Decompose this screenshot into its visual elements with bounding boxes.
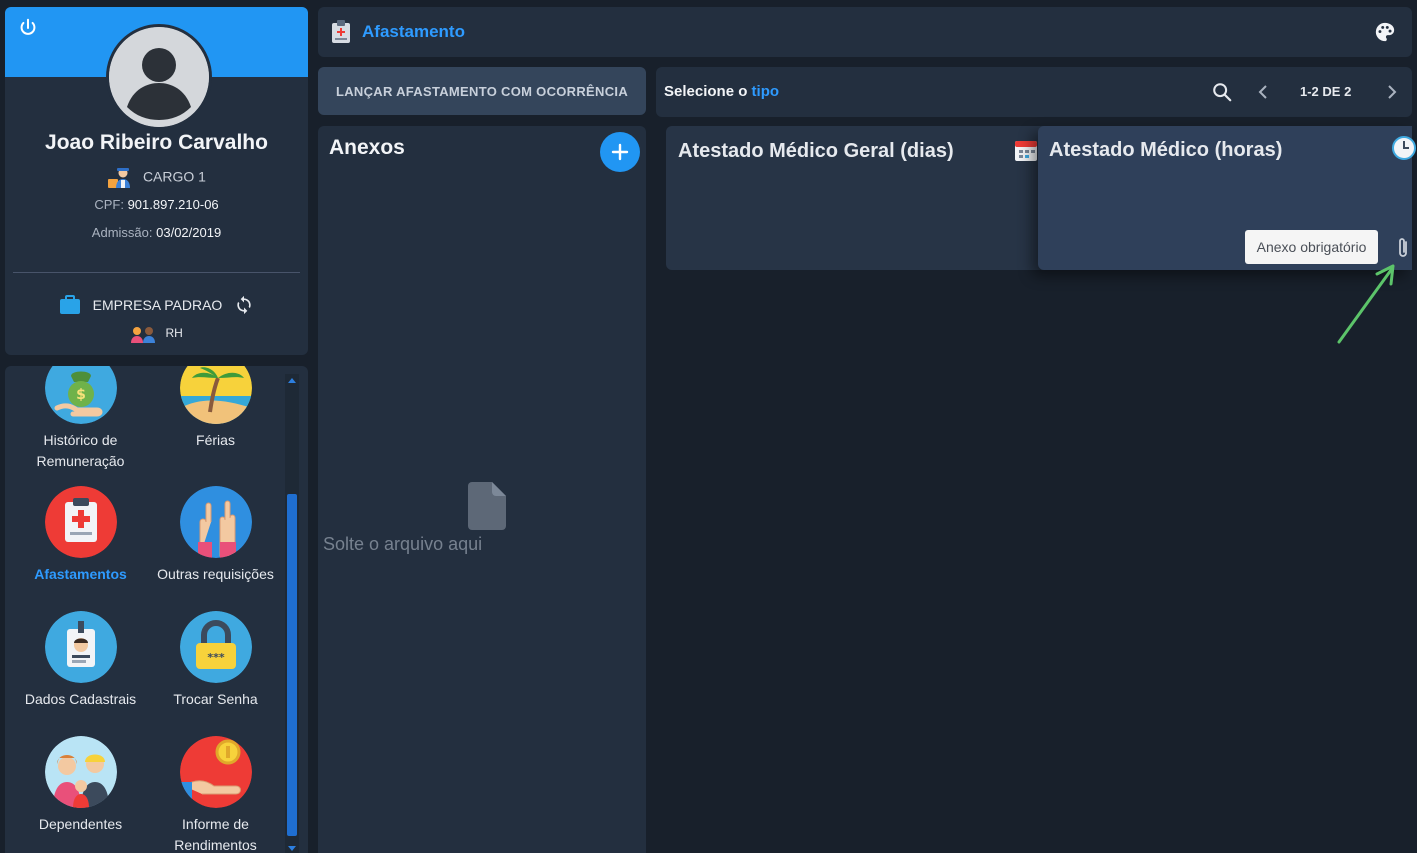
empresa-row: EMPRESA PADRAO — [5, 295, 308, 315]
calendar-icon — [1015, 141, 1037, 161]
menu-item-senha[interactable]: *** Trocar Senha — [148, 611, 283, 710]
clipboard-icon — [332, 20, 350, 43]
pagination-label: 1-2 DE 2 — [1300, 84, 1352, 99]
scroll-down-arrow[interactable] — [288, 846, 296, 851]
menu-label: Férias — [196, 432, 235, 448]
swap-icon[interactable] — [234, 295, 254, 315]
svg-text:***: *** — [207, 651, 225, 664]
menu-panel: $ Histórico de Remuneração Férias Afasta… — [5, 366, 308, 853]
empresa-name: EMPRESA PADRAO — [92, 297, 223, 313]
user-name: Joao Ribeiro Carvalho — [45, 131, 268, 154]
select-prefix: Selecione o — [664, 83, 748, 100]
select-accent: tipo — [751, 83, 780, 100]
menu-item-dependentes[interactable]: Dependentes — [13, 736, 148, 835]
id-badge-icon — [44, 611, 117, 683]
scroll-up-arrow[interactable] — [288, 378, 296, 383]
search-icon[interactable] — [1211, 81, 1233, 103]
required-attachment-badge: Anexo obrigatório — [1245, 230, 1378, 264]
menu-item-ferias[interactable]: Férias — [148, 366, 283, 451]
menu-item-historico[interactable]: $ Histórico de Remuneração — [13, 366, 148, 472]
menu-label: Histórico de Remuneração — [36, 432, 125, 469]
type-card-title: Atestado Médico (horas) — [1049, 139, 1283, 161]
padlock-icon: *** — [179, 611, 252, 683]
departamento-row: RH — [5, 325, 308, 343]
cpf-line: CPF: 901.897.210-06 — [5, 197, 308, 212]
menu-label: Dependentes — [38, 816, 123, 832]
file-icon — [468, 482, 506, 530]
scrollbar-thumb[interactable] — [287, 494, 297, 836]
type-card-geral[interactable]: Atestado Médico Geral (dias) — [666, 126, 1056, 270]
cargo-label: CARGO 1 — [142, 168, 206, 185]
avatar — [106, 24, 212, 130]
profile-card: Joao Ribeiro Carvalho CARGO 1 CPF: 901.8… — [5, 7, 308, 355]
drop-zone-text: Solte o arquivo aqui — [323, 534, 483, 554]
briefcase-icon — [59, 295, 80, 314]
page-title: Afastamento — [362, 22, 465, 41]
chevron-left-icon[interactable] — [1256, 83, 1270, 101]
add-attachment-button[interactable] — [600, 132, 640, 172]
menu-item-informe[interactable]: Informe de Rendimentos — [148, 736, 283, 853]
page-header: Afastamento — [318, 7, 1412, 57]
anexos-panel[interactable]: Anexos Solte o arquivo aqui — [318, 126, 646, 853]
annotation-arrow — [1337, 264, 1395, 344]
type-selector-bar: Selecione o tipo 1-2 DE 2 — [656, 67, 1412, 117]
anexos-title: Anexos — [329, 136, 405, 159]
clock-icon — [1392, 136, 1416, 160]
palette-icon[interactable] — [1374, 21, 1396, 43]
select-type-label: Selecione o tipo — [664, 83, 779, 100]
user-cargo: CARGO 1 — [5, 167, 308, 189]
profile-divider — [13, 272, 300, 273]
menu-label: Afastamentos — [34, 566, 127, 582]
menu-item-dados[interactable]: Dados Cadastrais — [13, 611, 148, 710]
medical-clipboard-icon — [44, 486, 117, 558]
raised-hands-icon — [179, 486, 252, 558]
admissao-value: 03/02/2019 — [156, 225, 222, 240]
menu-item-afastamentos[interactable]: Afastamentos — [13, 486, 148, 585]
admissao-label: Admissão: — [91, 225, 153, 240]
departamento-label: RH — [165, 326, 183, 341]
plus-icon — [611, 143, 629, 161]
launch-afastamento-button[interactable]: LANÇAR AFASTAMENTO COM OCORRÊNCIA — [318, 67, 646, 115]
power-icon[interactable] — [17, 17, 39, 39]
menu-label: Trocar Senha — [173, 691, 258, 707]
beach-icon — [179, 366, 252, 424]
admissao-line: Admissão: 03/02/2019 — [5, 225, 308, 240]
coin-hand-icon — [179, 736, 252, 808]
paperclip-icon — [1399, 238, 1407, 257]
family-icon — [44, 736, 117, 808]
team-icon — [131, 327, 156, 343]
cpf-value: 901.897.210-06 — [127, 197, 219, 212]
menu-label: Informe de Rendimentos — [174, 816, 257, 853]
chevron-right-icon[interactable] — [1385, 83, 1399, 101]
type-card-title: Atestado Médico Geral (dias) — [678, 140, 954, 162]
menu-label: Outras requisições — [157, 566, 274, 582]
svg-text:$: $ — [76, 387, 86, 403]
cpf-label: CPF: — [94, 197, 124, 212]
worker-icon — [108, 168, 131, 188]
menu-label: Dados Cadastrais — [24, 691, 137, 707]
menu-item-outras[interactable]: Outras requisições — [148, 486, 283, 585]
menu-scrollbar[interactable] — [285, 374, 299, 853]
type-card-horas[interactable]: Atestado Médico (horas) Anexo obrigatóri… — [1038, 126, 1416, 270]
money-bag-icon: $ — [44, 366, 117, 424]
